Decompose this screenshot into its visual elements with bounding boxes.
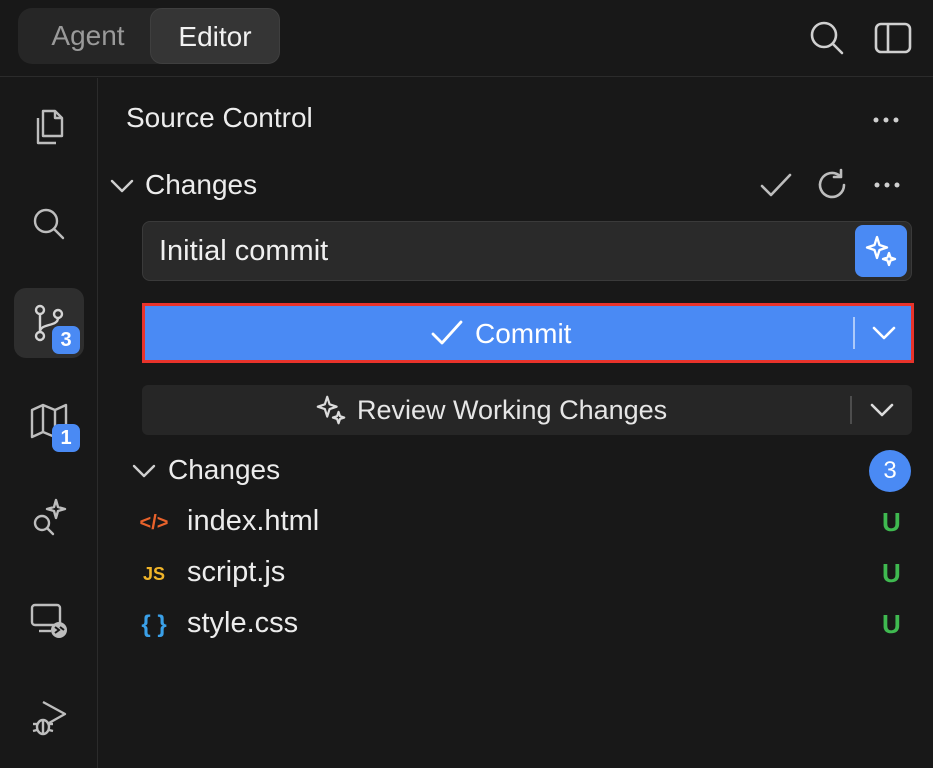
sparkle-icon xyxy=(865,235,897,267)
changes-group-label: Changes xyxy=(168,454,281,485)
files-icon xyxy=(36,109,64,145)
changes-count-badge: 3 xyxy=(869,450,911,492)
commit-message-input[interactable] xyxy=(159,222,849,280)
tab-editor[interactable]: Editor xyxy=(150,8,280,64)
activity-ai-search[interactable] xyxy=(14,482,84,552)
source-control-badge: 3 xyxy=(52,326,80,354)
activity-explorer[interactable] xyxy=(14,92,84,162)
sparkle-search-icon xyxy=(33,498,67,536)
changes-more-icon[interactable] xyxy=(869,167,905,203)
remote-explorer-icon xyxy=(30,603,67,638)
toggle-sidebar-icon[interactable] xyxy=(873,18,913,58)
commit-label: Commit xyxy=(475,318,572,349)
activity-map[interactable]: 1 xyxy=(14,386,84,456)
file-status-untracked: U xyxy=(882,609,901,639)
changes-section-header[interactable]: Changes xyxy=(108,166,708,206)
css-file-icon: { } xyxy=(141,611,167,638)
commit-dropdown-button[interactable] xyxy=(856,306,911,360)
run-debug-icon xyxy=(32,700,67,736)
chevron-down-icon xyxy=(110,179,134,193)
more-actions-icon[interactable] xyxy=(868,102,904,138)
file-name: script.js xyxy=(187,556,286,588)
review-changes-button: Review Working Changes xyxy=(142,385,912,435)
tab-agent[interactable]: Agent xyxy=(26,8,150,64)
review-dropdown-button[interactable] xyxy=(853,385,912,435)
file-name: style.css xyxy=(187,607,299,639)
changes-group-header[interactable]: Changes xyxy=(128,452,628,492)
review-divider xyxy=(850,396,852,424)
changes-section-label: Changes xyxy=(145,169,258,200)
refresh-icon[interactable] xyxy=(814,167,850,203)
activity-run-debug[interactable] xyxy=(14,682,84,752)
file-row-script-js[interactable]: JS script.js U xyxy=(120,550,920,598)
js-file-icon: JS xyxy=(142,564,166,584)
check-icon xyxy=(431,320,463,345)
sparkle-icon xyxy=(316,395,346,425)
commit-check-icon[interactable] xyxy=(758,167,794,203)
activity-search[interactable] xyxy=(14,189,84,259)
file-status-untracked: U xyxy=(882,558,901,588)
file-name: index.html xyxy=(187,505,320,537)
commit-button: Commit xyxy=(142,303,914,363)
chevron-down-icon xyxy=(132,464,156,478)
activity-source-control[interactable]: 3 xyxy=(14,288,84,358)
top-bar: Agent Editor xyxy=(0,0,933,77)
file-status-untracked: U xyxy=(882,507,901,537)
chevron-down-icon xyxy=(870,403,894,417)
generate-message-button[interactable] xyxy=(855,225,907,277)
mode-tab-group: Agent Editor xyxy=(18,8,280,64)
activity-bar: 3 1 xyxy=(0,78,98,768)
file-row-style-css[interactable]: { } style.css U xyxy=(120,601,920,649)
commit-message-box xyxy=(142,221,912,281)
chevron-down-icon xyxy=(872,326,896,340)
file-row-index-html[interactable]: </> index.html U xyxy=(120,499,920,547)
review-main-button[interactable]: Review Working Changes xyxy=(142,385,850,435)
search-icon xyxy=(33,208,65,240)
activity-remote[interactable] xyxy=(14,585,84,655)
panel-title: Source Control xyxy=(126,102,313,133)
commit-main-button[interactable]: Commit xyxy=(145,306,853,360)
commit-divider xyxy=(853,317,855,349)
html-file-icon: </> xyxy=(139,512,169,534)
review-label: Review Working Changes xyxy=(357,395,668,425)
map-badge: 1 xyxy=(52,424,80,452)
search-icon[interactable] xyxy=(806,18,846,58)
